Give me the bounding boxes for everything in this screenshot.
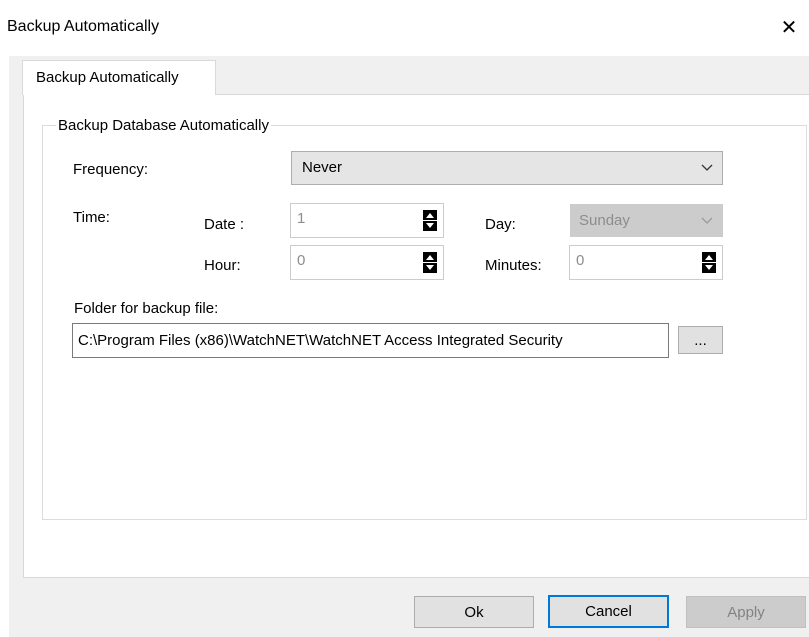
close-button[interactable]: ✕ — [769, 8, 809, 48]
ok-label: Ok — [464, 603, 484, 621]
time-label: Time: — [73, 209, 110, 226]
frequency-label: Frequency: — [73, 161, 149, 178]
minutes-value: 0 — [576, 252, 585, 269]
title-bar: Backup Automatically ✕ — [0, 0, 809, 56]
day-label: Day: — [485, 216, 516, 233]
date-label: Date : — [204, 216, 245, 233]
folder-path-value: C:\Program Files (x86)\WatchNET\WatchNET… — [78, 332, 563, 349]
minutes-spinner[interactable]: 0 — [569, 245, 723, 280]
chevron-down-icon — [701, 164, 713, 171]
hour-label: Hour: — [204, 257, 241, 274]
date-value: 1 — [297, 210, 306, 227]
cancel-button[interactable]: Cancel — [548, 595, 669, 628]
frequency-value: Never — [302, 159, 343, 176]
spinner-arrows-icon[interactable] — [423, 210, 437, 231]
frequency-select[interactable]: Never — [291, 151, 723, 185]
close-icon: ✕ — [780, 17, 798, 39]
window-title: Backup Automatically — [7, 18, 160, 35]
spinner-arrows-icon[interactable] — [423, 252, 437, 273]
cancel-label: Cancel — [585, 603, 632, 620]
day-select[interactable]: Sunday — [570, 204, 723, 237]
browse-button[interactable]: ... — [678, 326, 723, 354]
browse-label: ... — [694, 331, 707, 349]
minutes-label: Minutes: — [485, 257, 542, 274]
chevron-down-icon — [701, 217, 713, 224]
date-spinner[interactable]: 1 — [290, 203, 444, 238]
tab-backup-automatically[interactable]: Backup Automatically — [22, 60, 216, 95]
spinner-arrows-icon[interactable] — [702, 252, 716, 273]
folder-label: Folder for backup file: — [74, 300, 219, 317]
group-legend: Backup Database Automatically — [56, 117, 271, 134]
ok-button[interactable]: Ok — [414, 596, 534, 628]
hour-value: 0 — [297, 252, 306, 269]
tab-label: Backup Automatically — [36, 69, 179, 86]
folder-path-field[interactable]: C:\Program Files (x86)\WatchNET\WatchNET… — [72, 323, 669, 358]
hour-spinner[interactable]: 0 — [290, 245, 444, 280]
apply-label: Apply — [727, 603, 765, 621]
apply-button[interactable]: Apply — [686, 596, 806, 628]
day-value: Sunday — [579, 212, 630, 229]
